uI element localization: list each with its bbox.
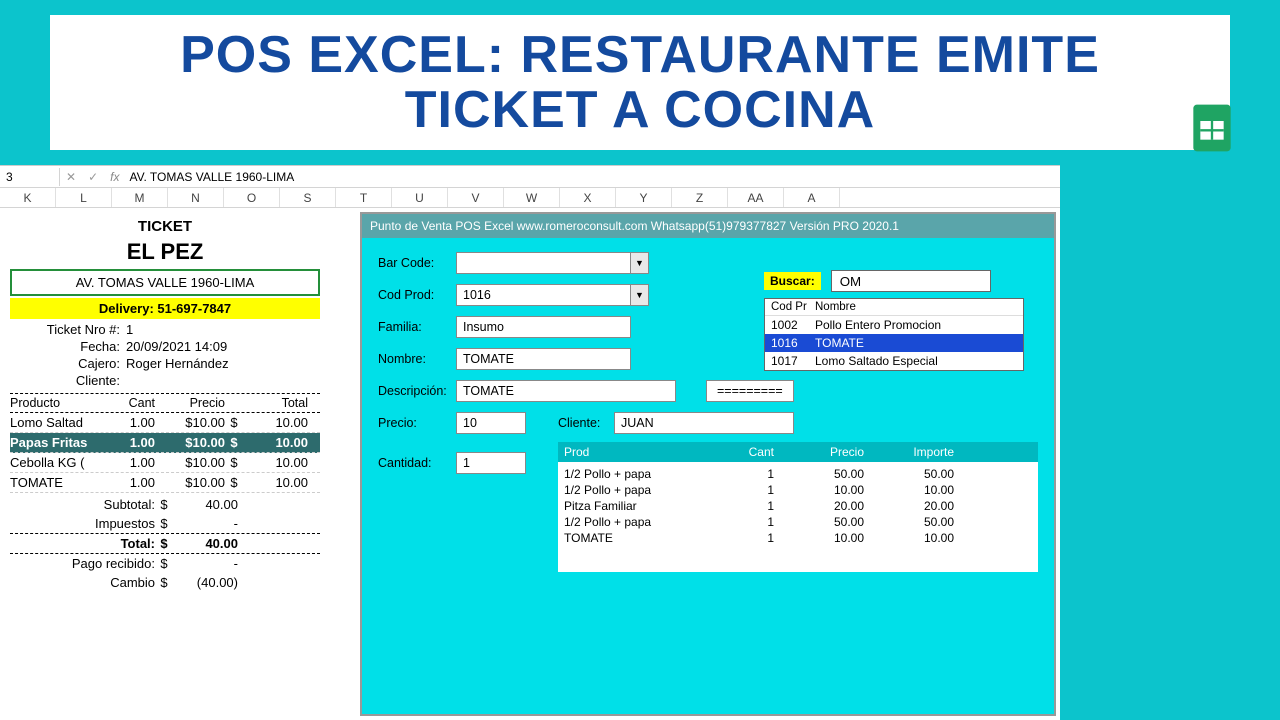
barcode-input[interactable]: [456, 252, 631, 274]
cell-reference[interactable]: 3: [0, 168, 60, 186]
column-header[interactable]: X: [560, 188, 616, 207]
column-header[interactable]: A: [784, 188, 840, 207]
cart-row[interactable]: 1/2 Pollo + papa150.0050.00: [564, 514, 1032, 530]
nombre-input[interactable]: [456, 348, 631, 370]
familia-input[interactable]: [456, 316, 631, 338]
cliente-input[interactable]: [614, 412, 794, 434]
excel-window: 3 ✕ ✓ fx AV. TOMAS VALLE 1960-LIMA KLMNO…: [0, 165, 1060, 720]
codprod-input[interactable]: [456, 284, 631, 306]
column-headers: KLMNOSTUVWXYZAAA: [0, 188, 1060, 208]
cart-grid: ProdCantPrecioImporte 1/2 Pollo + papa15…: [558, 442, 1038, 572]
ticket-line[interactable]: Lomo Saltad1.00$10.00$10.00: [10, 413, 320, 433]
column-header[interactable]: AA: [728, 188, 784, 207]
cantidad-input[interactable]: [456, 452, 526, 474]
cart-row[interactable]: Pitza Familiar120.0020.00: [564, 498, 1032, 514]
banner-title: POS EXCEL: RESTAURANTE EMITE TICKET A CO…: [80, 28, 1200, 137]
ticket-line[interactable]: TOMATE1.00$10.00$10.00: [10, 473, 320, 493]
ticket-line[interactable]: Cebolla KG (1.00$10.00$10.00: [10, 453, 320, 473]
column-header[interactable]: T: [336, 188, 392, 207]
column-header[interactable]: U: [392, 188, 448, 207]
pos-form-window: Punto de Venta POS Excel www.romeroconsu…: [360, 212, 1056, 716]
precio-input[interactable]: [456, 412, 526, 434]
fx-cancel-icon[interactable]: ✕: [60, 170, 82, 184]
ticket-address[interactable]: AV. TOMAS VALLE 1960-LIMA: [10, 269, 320, 296]
sheets-icon: [1184, 100, 1240, 156]
fx-icon[interactable]: fx: [104, 170, 125, 184]
cart-row[interactable]: 1/2 Pollo + papa110.0010.00: [564, 482, 1032, 498]
column-header[interactable]: S: [280, 188, 336, 207]
column-header[interactable]: N: [168, 188, 224, 207]
formula-bar: 3 ✕ ✓ fx AV. TOMAS VALLE 1960-LIMA: [0, 166, 1060, 188]
formula-value[interactable]: AV. TOMAS VALLE 1960-LIMA: [125, 170, 298, 184]
column-header[interactable]: Y: [616, 188, 672, 207]
chevron-down-icon[interactable]: ▼: [631, 284, 649, 306]
ticket-meta: Ticket Nro #:1 Fecha:20/09/2021 14:09 Ca…: [10, 321, 320, 389]
title-banner: POS EXCEL: RESTAURANTE EMITE TICKET A CO…: [50, 15, 1230, 150]
cart-row[interactable]: TOMATE110.0010.00: [564, 530, 1032, 546]
column-header[interactable]: W: [504, 188, 560, 207]
ticket-brand: EL PEZ: [10, 239, 320, 265]
ticket-totals: Subtotal:$40.00 Impuestos$- Total:$40.00…: [10, 495, 320, 592]
descripcion-input[interactable]: [456, 380, 676, 402]
ticket-delivery: Delivery: 51-697-7847: [10, 298, 320, 319]
column-header[interactable]: K: [0, 188, 56, 207]
ticket-panel: TICKET EL PEZ AV. TOMAS VALLE 1960-LIMA …: [0, 208, 330, 720]
column-header[interactable]: M: [112, 188, 168, 207]
eq-box: =========: [706, 380, 794, 402]
cart-row[interactable]: 1/2 Pollo + papa150.0050.00: [564, 466, 1032, 482]
ticket-items-header: Producto Cant Precio Total: [10, 393, 320, 413]
column-header[interactable]: V: [448, 188, 504, 207]
column-header[interactable]: L: [56, 188, 112, 207]
fx-check-icon[interactable]: ✓: [82, 170, 104, 184]
pos-form-title: Punto de Venta POS Excel www.romeroconsu…: [362, 214, 1054, 238]
chevron-down-icon[interactable]: ▼: [631, 252, 649, 274]
ticket-title: TICKET: [10, 218, 320, 235]
column-header[interactable]: O: [224, 188, 280, 207]
ticket-line[interactable]: Papas Fritas1.00$10.00$10.00: [10, 433, 320, 453]
column-header[interactable]: Z: [672, 188, 728, 207]
